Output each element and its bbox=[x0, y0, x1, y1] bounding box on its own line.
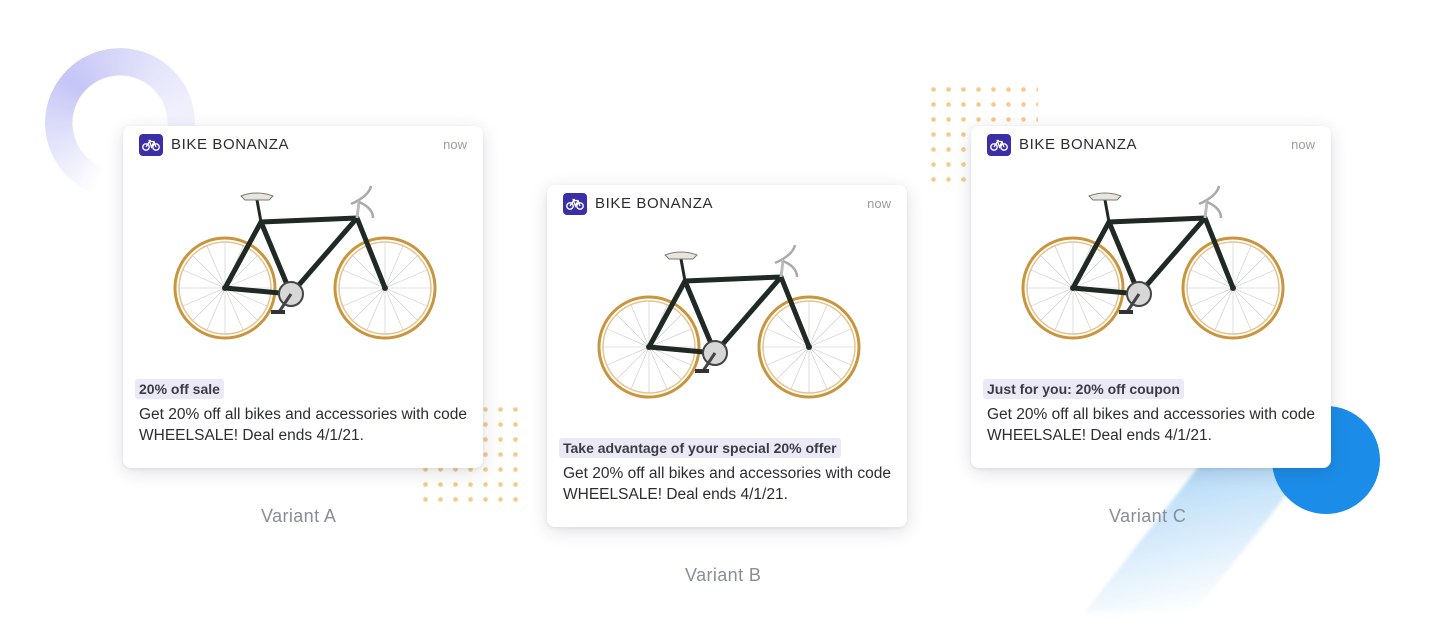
notification-header: BIKE BONANZA now bbox=[987, 134, 1315, 156]
notification-body: Get 20% off all bikes and accessories wi… bbox=[139, 406, 467, 444]
notification-headline: 20% off sale bbox=[135, 379, 224, 399]
notification-header: BIKE BONANZA now bbox=[139, 134, 467, 156]
timestamp: now bbox=[1291, 137, 1315, 152]
bicycle-icon bbox=[563, 193, 587, 215]
bicycle-photo bbox=[173, 182, 439, 342]
variant-label: Variant B bbox=[685, 565, 762, 585]
app-name: BIKE BONANZA bbox=[595, 195, 714, 212]
bicycle-photo bbox=[1021, 182, 1287, 342]
notification-card-variant-a[interactable]: BIKE BONANZA now 20% off sale Get 20% of… bbox=[123, 126, 483, 468]
app-name: BIKE BONANZA bbox=[1019, 136, 1138, 153]
notification-headline: Just for you: 20% off coupon bbox=[983, 379, 1184, 399]
timestamp: now bbox=[867, 196, 891, 211]
notification-header: BIKE BONANZA now bbox=[563, 193, 891, 215]
app-name: BIKE BONANZA bbox=[171, 136, 290, 153]
notification-card-variant-c[interactable]: BIKE BONANZA now Just for you: 20% off c… bbox=[971, 126, 1331, 468]
decorative-beam bbox=[1084, 452, 1320, 612]
notification-body: Get 20% off all bikes and accessories wi… bbox=[563, 465, 891, 503]
bicycle-icon bbox=[139, 134, 163, 156]
variant-label: Variant A bbox=[261, 506, 337, 526]
notification-headline: Take advantage of your special 20% offer bbox=[559, 438, 841, 458]
bicycle-photo bbox=[597, 241, 863, 401]
notification-body: Get 20% off all bikes and accessories wi… bbox=[987, 406, 1315, 444]
notification-card-variant-b[interactable]: BIKE BONANZA now Take advantage of your … bbox=[547, 185, 907, 527]
variant-label: Variant C bbox=[1109, 506, 1187, 526]
bicycle-icon bbox=[987, 134, 1011, 156]
timestamp: now bbox=[443, 137, 467, 152]
